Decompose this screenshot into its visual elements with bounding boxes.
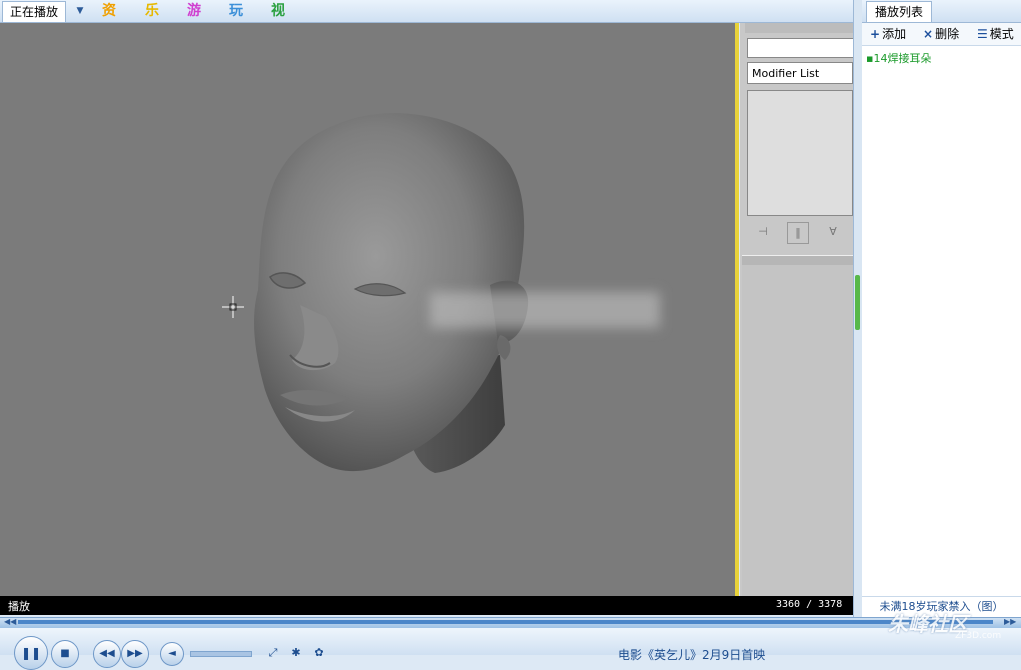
chevron-down-icon[interactable]: ▼ [72, 3, 88, 19]
tab-playlist[interactable]: 播放列表 [866, 1, 932, 22]
crosshair-cursor-icon [222, 296, 244, 318]
modifier-list-dropdown[interactable]: Modifier List [747, 62, 853, 84]
x-icon: × [923, 27, 934, 41]
previous-icon: ◀◀ [99, 648, 115, 659]
category-tab-5[interactable]: 视 [267, 2, 289, 20]
rollout-area [742, 265, 853, 596]
gear-icon[interactable]: ✱ [289, 646, 303, 660]
list-icon: ☰ [977, 27, 988, 41]
next-button[interactable]: ▶▶ [121, 640, 149, 668]
seek-back-icon[interactable]: ◀◀ [4, 617, 16, 627]
viewport-active-border [735, 23, 739, 596]
play-state: 播放 [8, 600, 30, 613]
watermark-url: ZF3D.com [955, 631, 1002, 641]
seek-forward-icon[interactable]: ▶▶ [1004, 617, 1018, 627]
next-icon: ▶▶ [127, 648, 143, 659]
blurred-overlay [430, 292, 660, 328]
seek-progress [18, 620, 993, 624]
control-bar [0, 628, 1021, 655]
time-readout: 3360 / 3378 [776, 599, 843, 610]
pause-icon: ❚❚ [20, 646, 42, 660]
object-name-field[interactable] [747, 38, 855, 58]
pin-stack-icon[interactable]: ⊣ [753, 222, 773, 242]
volume-button[interactable]: ◄ [160, 642, 184, 666]
palette-icon[interactable]: ✿ [312, 646, 326, 660]
pause-button[interactable]: ❚❚ [14, 636, 48, 670]
stack-toolbar: ⊣ ‖ ∀ [747, 218, 853, 246]
make-unique-icon[interactable]: ∀ [823, 222, 843, 242]
mode-button[interactable]: ☰ 模式 [977, 26, 1014, 42]
splitter-handle[interactable] [855, 275, 860, 330]
fullscreen-icon[interactable]: ⤢ [266, 646, 280, 660]
stop-icon: ■ [60, 648, 70, 659]
command-panel-tabs[interactable] [745, 23, 853, 33]
speaker-icon: ◄ [168, 648, 176, 659]
category-tab-3[interactable]: 游 [183, 2, 205, 20]
previous-button[interactable]: ◀◀ [93, 640, 121, 668]
playlist-list [862, 46, 1021, 596]
volume-slider[interactable] [190, 651, 252, 657]
category-tab-1[interactable]: 资 [98, 2, 120, 20]
playlist-item[interactable]: ▪14焊接耳朵 [866, 50, 931, 66]
plus-icon: + [870, 27, 881, 41]
category-tab-4[interactable]: 玩 [225, 2, 247, 20]
show-end-result-icon[interactable]: ‖ [787, 222, 809, 244]
category-tab-2[interactable]: 乐 [141, 2, 163, 20]
playlist-toolbar: + 添加 × 删除 ☰ 模式 [862, 23, 1021, 46]
delete-button[interactable]: × 删除 [923, 26, 959, 42]
stop-button[interactable]: ■ [51, 640, 79, 668]
add-button[interactable]: + 添加 [870, 26, 906, 42]
status-bar [0, 596, 853, 615]
modifier-stack[interactable] [747, 90, 853, 216]
tab-now-playing[interactable]: 正在播放 [2, 1, 66, 22]
top-tab-bar [0, 0, 855, 23]
